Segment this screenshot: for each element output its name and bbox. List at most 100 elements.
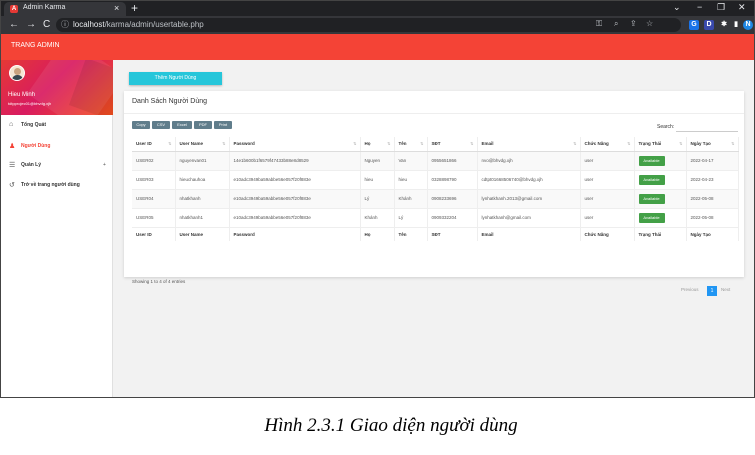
status-badge[interactable]: Available — [638, 193, 665, 204]
table-footer-row: User ID User Name Password Họ Tên SĐT Email Chứ… — [132, 226, 739, 241]
table-cell: e10adc3949ba59abbe56e057f20f883e — [229, 189, 361, 209]
column-header[interactable]: Chức Năng ⇅ — [580, 137, 635, 152]
column-header[interactable]: User ID ⇅ — [132, 137, 176, 152]
address-bar[interactable]: ⓘ localhost/karma/admin/usertable.php ⚿ … — [56, 18, 681, 32]
column-header[interactable]: Ngày Tạo ⇅ — [686, 137, 739, 152]
history-icon: ↺ — [9, 182, 15, 189]
sort-icon[interactable]: ⇅ — [387, 141, 390, 146]
table-cell: 2022-04-23 — [686, 170, 739, 190]
copy-button[interactable]: Copy — [132, 121, 150, 129]
column-header[interactable]: SĐT ⇅ — [427, 137, 478, 152]
sort-icon[interactable]: ⇅ — [731, 141, 734, 146]
maximize-icon[interactable]: ❐ — [717, 2, 725, 13]
add-user-button[interactable]: Thêm Người Dùng — [129, 72, 222, 85]
status-badge[interactable]: Available — [638, 155, 665, 166]
sort-icon[interactable]: ⇅ — [420, 141, 423, 146]
url-text: localhost/karma/admin/usertable.php — [73, 20, 204, 29]
minimize-icon[interactable]: − — [697, 2, 702, 12]
bookmark-star-icon[interactable]: ☆ — [646, 19, 653, 28]
zoom-icon[interactable]: ⌕ — [614, 19, 618, 29]
table-cell: 0955651866 — [427, 151, 478, 171]
avatar[interactable] — [9, 65, 25, 81]
table-cell: user — [580, 208, 635, 228]
tab-title: Admin Karma — [23, 4, 66, 11]
pdf-button[interactable]: PDF — [194, 121, 212, 129]
forward-icon[interactable]: → — [26, 19, 36, 30]
site-info-icon[interactable]: ⓘ — [61, 19, 69, 30]
table-cell: Khánh — [394, 189, 428, 209]
column-header: User ID — [132, 226, 176, 241]
key-icon[interactable]: ⚿ — [596, 19, 602, 29]
table-row[interactable]: USER02 nguyenvan01 14e1b600b1f6579f47433b8… — [132, 151, 739, 171]
sidebar-item-users[interactable]: ♟ Người Dùng — [1, 140, 113, 154]
column-header[interactable]: Tên ⇅ — [394, 137, 428, 152]
status-badge[interactable]: Available — [638, 212, 665, 223]
sort-icon[interactable]: ⇅ — [627, 141, 630, 146]
divider — [124, 113, 744, 114]
tab-search-icon[interactable]: ⌄ — [673, 2, 681, 13]
share-icon[interactable]: ⇪ — [630, 19, 637, 28]
card-title: Danh Sách Người Dùng — [132, 98, 208, 105]
column-header[interactable]: User Name ⇅ — [175, 137, 230, 152]
browser-tab[interactable]: A Admin Karma × — [4, 2, 126, 16]
table-cell: 2022-05-08 — [686, 189, 739, 209]
back-icon[interactable]: ← — [9, 19, 19, 30]
table-row[interactable]: USER03 hieuchauhoa e10adc3949ba59abbe56e05… — [132, 170, 739, 190]
column-header[interactable]: Trạng Thái ⇅ — [634, 137, 687, 152]
tab-close-icon[interactable]: × — [114, 3, 119, 13]
extension-d-icon[interactable]: D — [704, 20, 714, 30]
sidebar-item-back-to-user-page[interactable]: ↺ Trở về trang người dùng — [1, 179, 113, 193]
table-cell: Available — [634, 170, 687, 190]
search-input[interactable] — [676, 124, 738, 132]
column-header[interactable]: Họ ⇅ — [360, 137, 395, 152]
window-close-icon[interactable]: ✕ — [738, 2, 746, 13]
brand-title[interactable]: TRANG ADMIN — [11, 42, 60, 49]
sidebar-item-manage[interactable]: ☰ Quản Lý + — [1, 159, 113, 173]
table-cell: Available — [634, 189, 687, 209]
table-info: Showing 1 to 4 of 4 entries — [132, 279, 186, 284]
user-email: tdtpprojec01@bhvdg.xjh — [8, 101, 52, 106]
table-cell: user — [580, 151, 635, 171]
csv-button[interactable]: CSV — [152, 121, 170, 129]
column-header[interactable]: Email ⇅ — [477, 137, 581, 152]
page-1-button[interactable]: 1 — [707, 286, 717, 296]
table-row[interactable]: USER04 nhatkhanh e10adc3949ba59abbe56e057f… — [132, 189, 739, 209]
table-cell: Van — [394, 151, 428, 171]
sort-icon[interactable]: ⇅ — [573, 141, 576, 146]
new-tab-icon[interactable]: + — [131, 1, 138, 15]
excel-button[interactable]: Excel — [172, 121, 192, 129]
tab-favicon-icon: A — [10, 5, 18, 13]
reload-icon[interactable]: C — [43, 19, 50, 30]
table-cell: USER03 — [132, 170, 176, 190]
sidebar-item-overview[interactable]: ⌂ Tổng Quát — [1, 119, 113, 133]
column-header: SĐT — [427, 226, 478, 241]
table-cell: USER05 — [132, 208, 176, 228]
table-cell: hieu — [394, 170, 428, 190]
sort-icon[interactable]: ⇅ — [353, 141, 356, 146]
expand-icon[interactable]: + — [103, 162, 106, 168]
next-page-button[interactable]: Next — [721, 287, 730, 292]
extension-g-icon[interactable]: G — [689, 20, 699, 30]
print-button[interactable]: Print — [214, 121, 232, 129]
user-table-card: Danh Sách Người Dùng Copy CSV Excel PDF … — [124, 91, 744, 296]
sort-icon[interactable]: ⇅ — [168, 141, 171, 146]
top-navbar: TRANG ADMIN — [1, 34, 754, 60]
table-cell: USER04 — [132, 189, 176, 209]
profile-avatar[interactable]: N — [743, 20, 753, 30]
table-row[interactable]: USER05 nhatkhanh1 e10adc3949ba59abbe56e057… — [132, 208, 739, 228]
sort-icon[interactable]: ⇅ — [679, 141, 682, 146]
column-header: Tên — [394, 226, 428, 241]
sidebar-item-label: Trở về trang người dùng — [21, 182, 80, 188]
table-cell: hieuchauhoa — [175, 170, 230, 190]
column-header[interactable]: Password ⇅ — [229, 137, 361, 152]
side-panel-icon[interactable]: ▮ — [731, 20, 741, 30]
sort-icon[interactable]: ⇅ — [222, 141, 225, 146]
table-cell: hieu — [360, 170, 395, 190]
previous-page-button[interactable]: Previous — [681, 287, 699, 292]
table-header-row: User ID ⇅ User Name ⇅ Password ⇅ Họ ⇅ Tên ⇅ SĐT ⇅ Em… — [132, 137, 739, 152]
status-badge[interactable]: Available — [638, 174, 665, 185]
browser-tab-strip: A Admin Karma × + ⌄ − ❐ ✕ — [1, 1, 754, 16]
table-cell: Khánh — [360, 208, 395, 228]
extensions-puzzle-icon[interactable]: ✱ — [719, 20, 729, 30]
sort-icon[interactable]: ⇅ — [470, 141, 473, 146]
